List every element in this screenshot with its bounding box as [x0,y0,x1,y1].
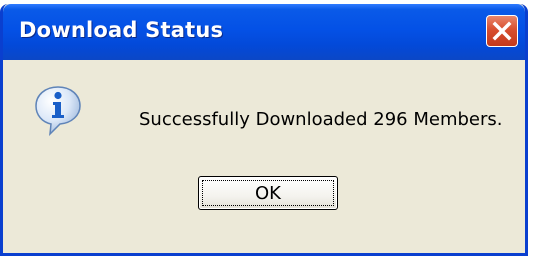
close-button[interactable] [486,15,518,47]
information-icon [35,86,81,137]
dialog-window: Download Status Successfully Downloaded … [0,4,528,256]
dialog-title: Download Status [19,18,224,42]
close-icon [492,21,512,41]
title-bar[interactable]: Download Status [3,4,525,60]
ok-button[interactable]: OK [198,176,338,210]
status-message: Successfully Downloaded 296 Members. [139,109,503,130]
ok-button-label: OK [202,180,334,206]
dialog-body: Successfully Downloaded 296 Members. OK [3,60,525,253]
